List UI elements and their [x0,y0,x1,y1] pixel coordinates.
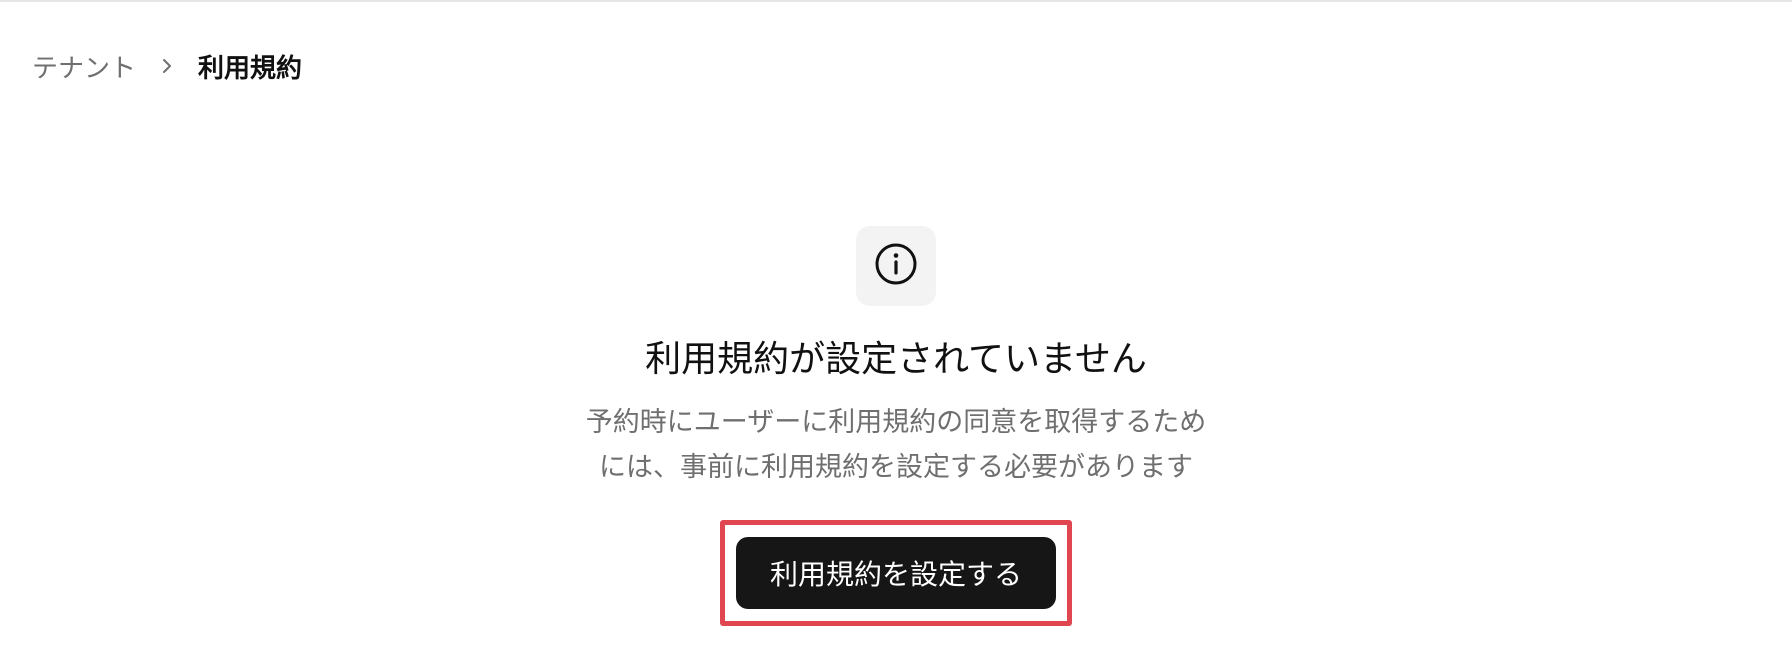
info-icon [874,242,918,290]
info-icon-container [856,226,936,306]
description-line: 予約時にユーザーに利用規約の同意を取得するため [585,407,1207,438]
empty-state-description: 予約時にユーザーに利用規約の同意を取得するため には、事前に利用規約を設定する必… [556,400,1236,490]
set-terms-button[interactable]: 利用規約を設定する [735,537,1056,609]
breadcrumb-current: 利用規約 [198,53,303,84]
breadcrumb: テナント 利用規約 [32,46,302,86]
top-divider [0,0,1792,2]
chevron-right-icon [136,56,198,76]
empty-state: 利用規約が設定されていません 予約時にユーザーに利用規約の同意を取得するため に… [0,226,1792,626]
breadcrumb-tenant-link[interactable]: テナント [32,48,136,85]
description-line: には、事前に利用規約を設定する必要があります [599,452,1193,483]
highlight-box: 利用規約を設定する [719,520,1072,626]
empty-state-title: 利用規約が設定されていません [645,339,1147,380]
